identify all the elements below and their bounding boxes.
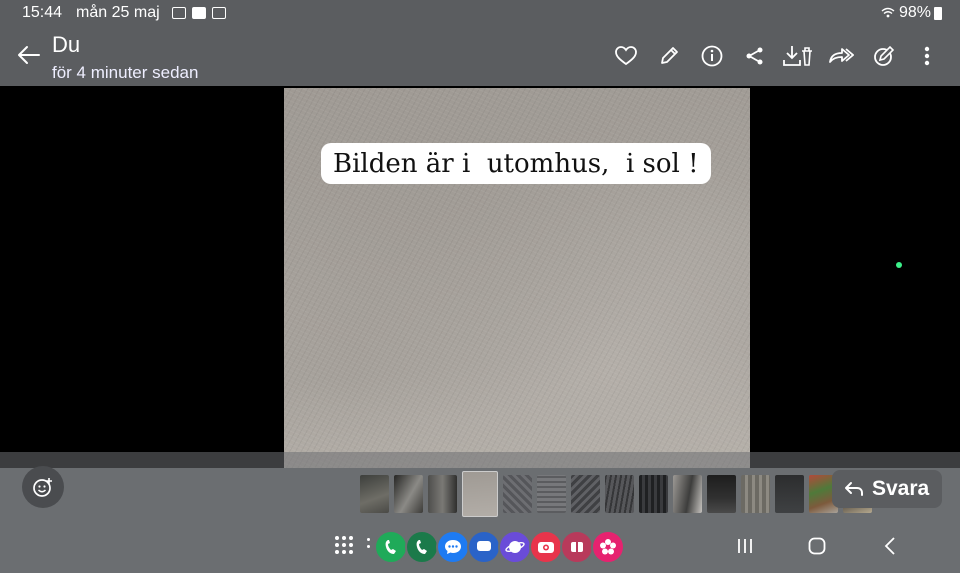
share-icon xyxy=(746,47,762,65)
recents-icon xyxy=(738,539,752,553)
reaction-button[interactable] xyxy=(22,466,64,508)
wifi-icon xyxy=(881,6,895,21)
phone-app-icon[interactable] xyxy=(374,530,408,564)
forward-button[interactable] xyxy=(819,40,862,72)
status-bar: 15:44 mån 25 maj 98% xyxy=(0,0,960,26)
gallery-app-icon[interactable] xyxy=(591,530,625,564)
edit-badge-icon xyxy=(873,45,894,66)
thumbnail[interactable] xyxy=(673,475,702,513)
thumbnail[interactable] xyxy=(605,475,634,513)
shared-photo[interactable]: Bilden är i utomhus, i sol ! xyxy=(284,88,750,468)
emoji-add-icon xyxy=(33,478,52,497)
reply-label: Svara xyxy=(872,477,930,500)
overlay-shade xyxy=(0,452,960,468)
info-icon xyxy=(701,45,722,67)
back-button[interactable] xyxy=(14,40,44,70)
battery-icon xyxy=(934,6,942,20)
info-button[interactable] xyxy=(690,40,733,72)
thumbnail[interactable] xyxy=(707,475,736,513)
navigation-bar xyxy=(0,518,960,573)
toolbar-actions xyxy=(604,40,948,72)
more-vertical-icon xyxy=(924,46,929,66)
phone-app-icon-2[interactable] xyxy=(405,530,439,564)
favorite-button[interactable] xyxy=(604,40,647,72)
media-app-icon[interactable] xyxy=(560,530,594,564)
save-delete-button[interactable] xyxy=(776,40,819,72)
camera-indicator-dot xyxy=(896,262,902,268)
messages-app-icon[interactable] xyxy=(436,530,470,564)
edit-badge-button[interactable] xyxy=(862,40,905,72)
sent-time: för 4 minuter sedan xyxy=(52,63,199,82)
thumbnail-strip xyxy=(360,471,872,517)
image-viewer[interactable]: Bilden är i utomhus, i sol ! xyxy=(0,86,960,468)
thumbnail[interactable] xyxy=(775,475,804,513)
status-date: mån 25 maj xyxy=(76,4,160,21)
reply-button[interactable]: Svara xyxy=(832,470,942,508)
thumbnail[interactable] xyxy=(428,475,457,513)
chat-app-icon[interactable] xyxy=(467,530,501,564)
thumbnail[interactable] xyxy=(360,475,389,513)
home-button[interactable] xyxy=(805,534,829,558)
app-bar: Du för 4 minuter sedan xyxy=(0,26,960,86)
home-icon xyxy=(808,537,826,555)
gallery-notification-icon xyxy=(171,7,186,19)
thumbnail[interactable] xyxy=(537,475,566,513)
taskbar-apps xyxy=(374,530,625,564)
check-notification-icon xyxy=(191,7,206,19)
edit-button[interactable] xyxy=(647,40,690,72)
chevron-left-icon xyxy=(884,537,895,555)
thumbnail[interactable] xyxy=(394,475,423,513)
recent-apps-button[interactable] xyxy=(733,534,757,558)
system-back-button[interactable] xyxy=(878,534,902,558)
dock-divider xyxy=(367,538,371,554)
thumbnail[interactable] xyxy=(571,475,600,513)
reply-arrow-icon xyxy=(845,482,863,496)
arrow-left-icon xyxy=(18,46,40,64)
pencil-icon xyxy=(660,47,678,64)
battery-percentage: 98% xyxy=(898,4,931,21)
download-delete-icon xyxy=(782,46,812,66)
sender-name: Du xyxy=(52,32,81,57)
status-time: 15:44 xyxy=(22,4,63,21)
photo-caption: Bilden är i utomhus, i sol ! xyxy=(321,143,711,184)
window-notification-icon xyxy=(211,7,226,19)
forward-icon xyxy=(828,48,854,63)
camera-app-icon[interactable] xyxy=(529,530,563,564)
share-button[interactable] xyxy=(733,40,776,72)
thumbnail-selected[interactable] xyxy=(462,471,498,517)
thumbnail[interactable] xyxy=(741,475,770,513)
heart-icon xyxy=(614,46,637,66)
internet-browser-icon[interactable] xyxy=(498,530,532,564)
app-drawer-icon[interactable] xyxy=(335,536,355,556)
thumbnail[interactable] xyxy=(503,475,532,513)
thumbnail[interactable] xyxy=(639,475,668,513)
more-options-button[interactable] xyxy=(905,40,948,72)
